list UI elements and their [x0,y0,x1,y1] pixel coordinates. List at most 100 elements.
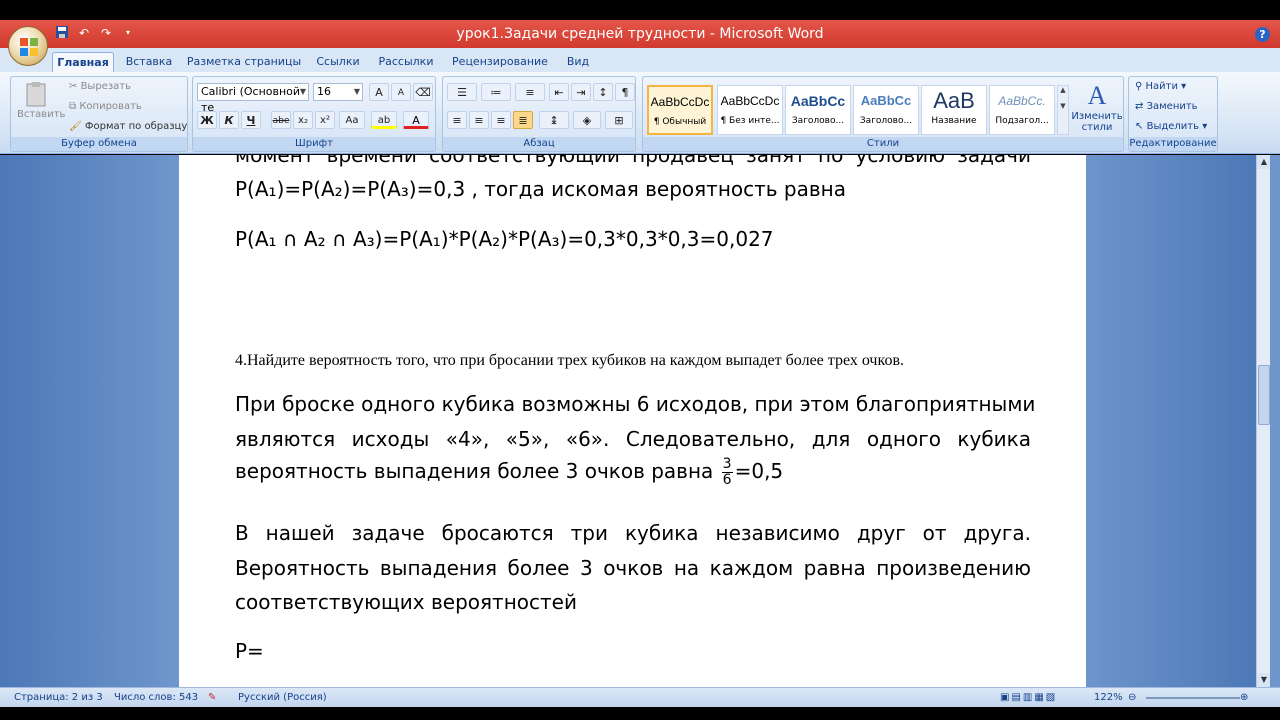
line-spacing-icon[interactable]: ↨ [539,111,569,129]
cursor-icon: ↖ [1135,121,1144,132]
strikethrough-button[interactable]: abe [271,111,291,129]
change-styles-icon: A [1087,81,1107,110]
increase-indent-icon[interactable]: ⇥ [571,83,591,101]
style-title[interactable]: AaB Название [921,85,987,135]
scroll-up-icon[interactable]: ▲ [1257,155,1271,169]
tab-references[interactable]: Ссылки [310,52,366,72]
style-name: Заголово... [791,116,845,126]
italic-button[interactable]: К [219,111,239,129]
font-name-value: Calibri (Основной те [201,85,301,114]
tab-home[interactable]: Главная [52,52,114,72]
scroll-down-icon[interactable]: ▼ [1257,673,1271,687]
align-left-icon[interactable]: ≡ [447,111,467,129]
style-name: Заголово... [859,116,913,126]
ribbon-tabs: Главная Вставка Разметка страницы Ссылки… [0,48,1280,72]
paste-button[interactable]: Вставить [17,79,66,133]
style-heading-2[interactable]: AaBbCc Заголово... [853,85,919,135]
font-name-combo[interactable]: Calibri (Основной те ▼ [197,83,309,114]
vertical-scrollbar[interactable]: ▲ ▼ [1256,155,1271,687]
page-count[interactable]: Страница: 2 из 3 [14,692,103,703]
zoom-in-icon[interactable]: ⊕ [1240,692,1248,703]
cut-button[interactable]: ✂ Вырезать [69,81,131,92]
subscript-button[interactable]: x₂ [293,111,313,129]
select-button[interactable]: ↖ Выделить ▾ [1135,121,1207,132]
view-buttons[interactable]: ▣▤▥▦▧ [1000,692,1057,703]
style-sample: AaBbCc [790,93,846,109]
underline-button[interactable]: Ч [241,111,261,129]
pilcrow-icon[interactable]: ¶ [615,83,635,101]
style-name: Подзагол... [995,116,1049,126]
style-name: ¶ Обычный [653,117,707,127]
office-button[interactable] [8,26,48,66]
multilevel-list-icon[interactable]: ≡ [515,83,545,101]
highlight-button[interactable]: ab [371,111,397,129]
style-name: ¶ Без инте... [720,116,780,126]
font-size-combo[interactable]: 16 ▼ [313,83,363,101]
tab-review[interactable]: Рецензирование [448,52,552,72]
style-sample: AaBbCcDc [720,94,780,108]
style-normal[interactable]: AaBbCcDc ¶ Обычный [647,85,713,135]
font-color-button[interactable]: A [403,111,429,129]
tab-mailings[interactable]: Рассылки [374,52,438,72]
cut-label: Вырезать [80,81,131,92]
style-heading-1[interactable]: AaBbCc Заголово... [785,85,851,135]
chevron-down-icon: ▼ [353,87,360,96]
shrink-font-button[interactable]: A [391,83,411,101]
zoom-level[interactable]: 122% [1094,692,1123,703]
change-case-button[interactable]: Aa [339,111,365,129]
styles-scroll[interactable]: ▲ ▼ [1057,85,1069,135]
chevron-down-icon: ▼ [299,87,306,96]
editing-group-label: Редактирование [1129,137,1217,151]
grow-font-button[interactable]: A [369,83,389,101]
zoom-out-icon[interactable]: ⊖ [1128,692,1136,703]
document-area: момент времени соответствующий продавец … [0,155,1256,687]
numbering-icon[interactable]: ≔ [481,83,511,101]
language[interactable]: Русский (Россия) [238,692,327,703]
paragraph-group: ☰ ≔ ≡ ⇤ ⇥ ↕ ¶ ≡ ≡ ≡ ≣ ↨ ◈ ⊞ Абзац [442,76,636,152]
change-styles-button[interactable]: A Изменить стили [1071,81,1123,139]
copy-button[interactable]: ⧉ Копировать [69,101,142,112]
format-painter-button[interactable]: 🖌 Формат по образцу [69,121,187,132]
zoom-slider[interactable] [1146,697,1240,699]
style-sample: AaBbCc [860,93,912,108]
fraction: 36 [721,456,733,488]
style-no-spacing[interactable]: AaBbCcDc ¶ Без инте... [717,85,783,135]
find-button[interactable]: ⚲ Найти ▾ [1135,81,1186,92]
justify-icon[interactable]: ≣ [513,111,533,129]
bold-button[interactable]: Ж [197,111,217,129]
doc-line-cut: момент времени соответствующий продавец … [235,155,1031,167]
replace-button[interactable]: ⇄ Заменить [1135,101,1198,112]
replace-label: Заменить [1146,101,1198,112]
paragraph-2-line-3: соответствующих вероятностей [235,590,577,614]
fraction-numerator: 3 [721,456,733,473]
document-page[interactable]: момент времени соответствующий продавец … [179,155,1086,687]
help-icon[interactable]: ? [1255,27,1270,42]
paragraph-3: P= [235,639,264,663]
styles-group-label: Стили [643,137,1123,151]
paste-label: Вставить [17,109,66,120]
clear-format-button[interactable]: ⌫ [413,83,433,101]
window-title: урок1.Задачи средней трудности - Microso… [456,26,824,42]
tab-insert[interactable]: Вставка [120,52,178,72]
word-window: ↶ ↷ ▾ урок1.Задачи средней трудности - M… [0,0,1280,720]
align-right-icon[interactable]: ≡ [491,111,511,129]
scroll-thumb[interactable] [1258,365,1270,425]
word-count[interactable]: Число слов: 543 [114,692,198,703]
style-subtitle[interactable]: AaBbCc. Подзагол... [989,85,1055,135]
paste-icon [26,82,46,107]
bullets-icon[interactable]: ☰ [447,83,477,101]
decrease-indent-icon[interactable]: ⇤ [549,83,569,101]
paragraph-1-line-3: вероятность выпадения более 3 очков равн… [235,457,783,488]
borders-icon[interactable]: ⊞ [605,111,633,129]
tab-page-layout[interactable]: Разметка страницы [186,52,302,72]
office-logo-icon [20,38,38,56]
binoculars-icon: ⚲ [1135,81,1143,92]
superscript-button[interactable]: x² [315,111,335,129]
paragraph-1-line-3-text: вероятность выпадения более 3 очков равн… [235,459,714,483]
proofing-icon[interactable]: ✎ [208,692,216,703]
tab-view[interactable]: Вид [560,52,596,72]
sort-icon[interactable]: ↕ [593,83,613,101]
align-center-icon[interactable]: ≡ [469,111,489,129]
shading-icon[interactable]: ◈ [573,111,601,129]
style-sample: AaBbCc. [998,94,1046,108]
